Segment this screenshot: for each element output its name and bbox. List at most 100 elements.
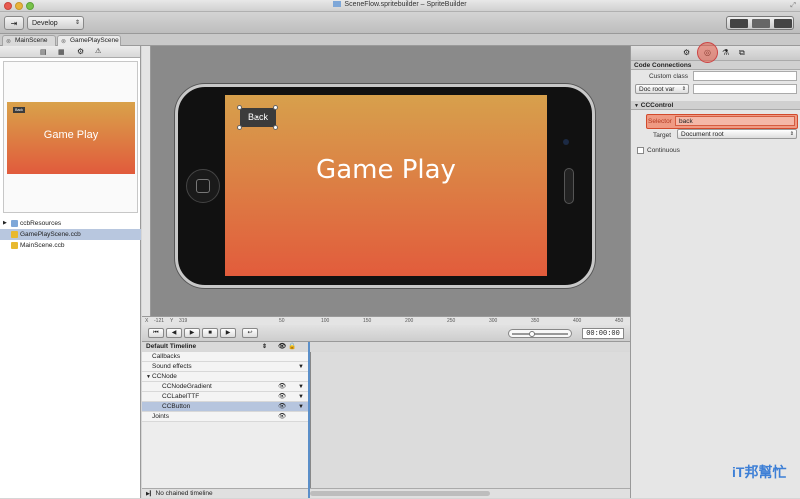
loop-button[interactable]: ↩	[242, 328, 258, 338]
timeline-selector[interactable]: Default Timeline ⇕ 👁 🔒	[142, 342, 630, 352]
expand-icon[interactable]: ▼	[298, 392, 304, 402]
physics-tab-icon[interactable]: ⚗	[722, 48, 729, 57]
tab-gameplayscene[interactable]: ⊗ GamePlayScene	[57, 35, 121, 46]
properties-tab-icon[interactable]: ⚙	[683, 48, 690, 57]
zoom-slider[interactable]	[508, 329, 572, 338]
ruler-tick-label: 300	[489, 318, 498, 324]
selection-handle[interactable]	[273, 125, 278, 130]
scheme-select[interactable]: Develop ⇕	[27, 16, 84, 30]
doc-root-var-select[interactable]: Doc root var ⇕	[635, 84, 689, 94]
horizontal-scrollbar[interactable]	[310, 491, 490, 496]
scene-thumbnail: Back Game Play	[7, 102, 135, 174]
doc-root-var-input[interactable]	[693, 84, 797, 94]
selector-label: Selector	[648, 118, 672, 125]
lock-icon: 🔒	[288, 343, 297, 350]
disclosure-triangle-icon: ▼	[634, 103, 639, 109]
step-back-button[interactable]: ◀	[166, 328, 182, 338]
preview-back-button: Back	[13, 107, 25, 113]
selection-handle[interactable]	[273, 105, 278, 110]
expand-icon[interactable]: ▼	[298, 362, 304, 372]
timeline-tracks[interactable]	[310, 352, 630, 488]
templates-tab-icon[interactable]: ⧉	[739, 48, 745, 58]
scene-stage[interactable]: Game Play Back	[225, 95, 547, 276]
eye-icon[interactable]: 👁	[278, 382, 286, 392]
title-bar: SceneFlow.spritebuilder – SpriteBuilder …	[0, 0, 800, 12]
chevron-updown-icon: ⇕	[681, 86, 686, 92]
fullscreen-icon[interactable]: ⤢	[790, 2, 796, 10]
expand-icon[interactable]: ▼	[298, 382, 304, 392]
anchor-point-handle[interactable]	[255, 115, 259, 119]
custom-class-label: Custom class	[649, 73, 689, 80]
play-button[interactable]: ▶	[184, 328, 200, 338]
disclosure-triangle-icon[interactable]: ▼	[146, 372, 151, 382]
x-coordinate-value: -121	[154, 318, 165, 324]
folder-view-icon[interactable]: ▤	[40, 48, 47, 56]
ruler-tick-label: 400	[573, 318, 582, 324]
custom-class-input[interactable]	[693, 71, 797, 81]
publish-button[interactable]: ⇥	[4, 16, 24, 30]
folder-icon	[11, 220, 18, 227]
x-coordinate-label: X	[145, 318, 149, 324]
bottom-panel-toggle[interactable]	[752, 19, 770, 28]
y-coordinate-value: 319	[179, 318, 188, 324]
ccb-file-icon	[11, 231, 18, 238]
zoom-slider-knob[interactable]	[529, 331, 535, 337]
chevron-updown-icon: ⇕	[74, 20, 80, 26]
disclosure-triangle-icon[interactable]: ▶	[3, 218, 7, 229]
continuous-checkbox[interactable]	[637, 147, 644, 154]
vertical-ruler	[142, 46, 151, 316]
list-item[interactable]: ▶ ccbResources	[0, 218, 141, 229]
selection-handle[interactable]	[237, 125, 242, 130]
folder-icon	[333, 1, 342, 8]
grid-view-icon[interactable]: ▦	[58, 48, 65, 56]
list-item[interactable]: MainScene.ccb	[0, 240, 141, 251]
ruler-tick-label: 200	[405, 318, 414, 324]
eye-icon[interactable]: 👁	[278, 412, 286, 422]
eye-icon[interactable]: 👁	[278, 392, 286, 402]
step-forward-button[interactable]: ▶	[220, 328, 236, 338]
resource-panel-toolbar: ▤ ▦ ⚙ ⚠	[0, 46, 140, 58]
eye-icon[interactable]: 👁	[278, 402, 286, 412]
close-tab-icon[interactable]: ⊗	[61, 38, 66, 45]
device-home-button	[186, 169, 220, 203]
expand-icon[interactable]: ▼	[298, 402, 304, 412]
ccb-file-icon	[11, 242, 18, 249]
ruler-tick-label: 100	[321, 318, 330, 324]
timeline-panel: ⏮ ◀ ▶ ■ ▶ ↩ 00:00:00 Default Timeline ⇕ …	[142, 325, 630, 498]
cccontrol-header[interactable]: ▼ CCControl	[631, 101, 800, 110]
view-toggle-group[interactable]	[726, 16, 794, 30]
playhead[interactable]	[308, 342, 310, 498]
stop-button[interactable]: ■	[202, 328, 218, 338]
ruler-tick-label: 350	[531, 318, 540, 324]
resource-panel: ▤ ▦ ⚙ ⚠ Back Game Play ▶ ccbResources Ga…	[0, 46, 141, 498]
continuous-label: Continuous	[647, 147, 680, 154]
ruler-tick-label: 50	[279, 318, 285, 324]
tab-mainscene[interactable]: ⊗ MainScene	[2, 35, 56, 46]
window-title: SceneFlow.spritebuilder – SpriteBuilder	[0, 1, 800, 8]
device-speaker	[564, 168, 574, 204]
code-connections-header: Code Connections	[631, 61, 800, 70]
left-panel-toggle[interactable]	[730, 19, 748, 28]
jump-to-start-button[interactable]: ⏮	[148, 328, 164, 338]
ruler-tick-label: 250	[447, 318, 456, 324]
right-panel-toggle[interactable]	[774, 19, 792, 28]
y-coordinate-label: Y	[170, 318, 174, 324]
device-camera	[563, 139, 569, 145]
chevron-updown-icon: ⇕	[789, 131, 794, 137]
timeline-controls: ⏮ ◀ ▶ ■ ▶ ↩ 00:00:00	[142, 325, 630, 342]
list-item[interactable]: GamePlayScene.ccb	[0, 229, 141, 240]
preview-title: Game Play	[43, 129, 99, 141]
ruler-tick-label: 450	[615, 318, 624, 324]
target-label: Target	[653, 132, 672, 139]
eye-icon: 👁	[278, 343, 287, 350]
scene-preview: Back Game Play	[3, 61, 138, 213]
selector-input[interactable]: back	[675, 116, 795, 126]
target-select[interactable]: Document root ⇕	[677, 129, 797, 139]
timeline-footer: ▶▎ No chained timeline	[142, 488, 630, 498]
selection-handle[interactable]	[237, 105, 242, 110]
gear-icon[interactable]: ⚙	[77, 47, 84, 56]
close-tab-icon[interactable]: ⊗	[6, 38, 11, 45]
toolbar: ⇥ Develop ⇕	[0, 12, 800, 34]
game-play-label[interactable]: Game Play	[225, 155, 547, 185]
warning-icon[interactable]: ⚠	[95, 47, 101, 55]
